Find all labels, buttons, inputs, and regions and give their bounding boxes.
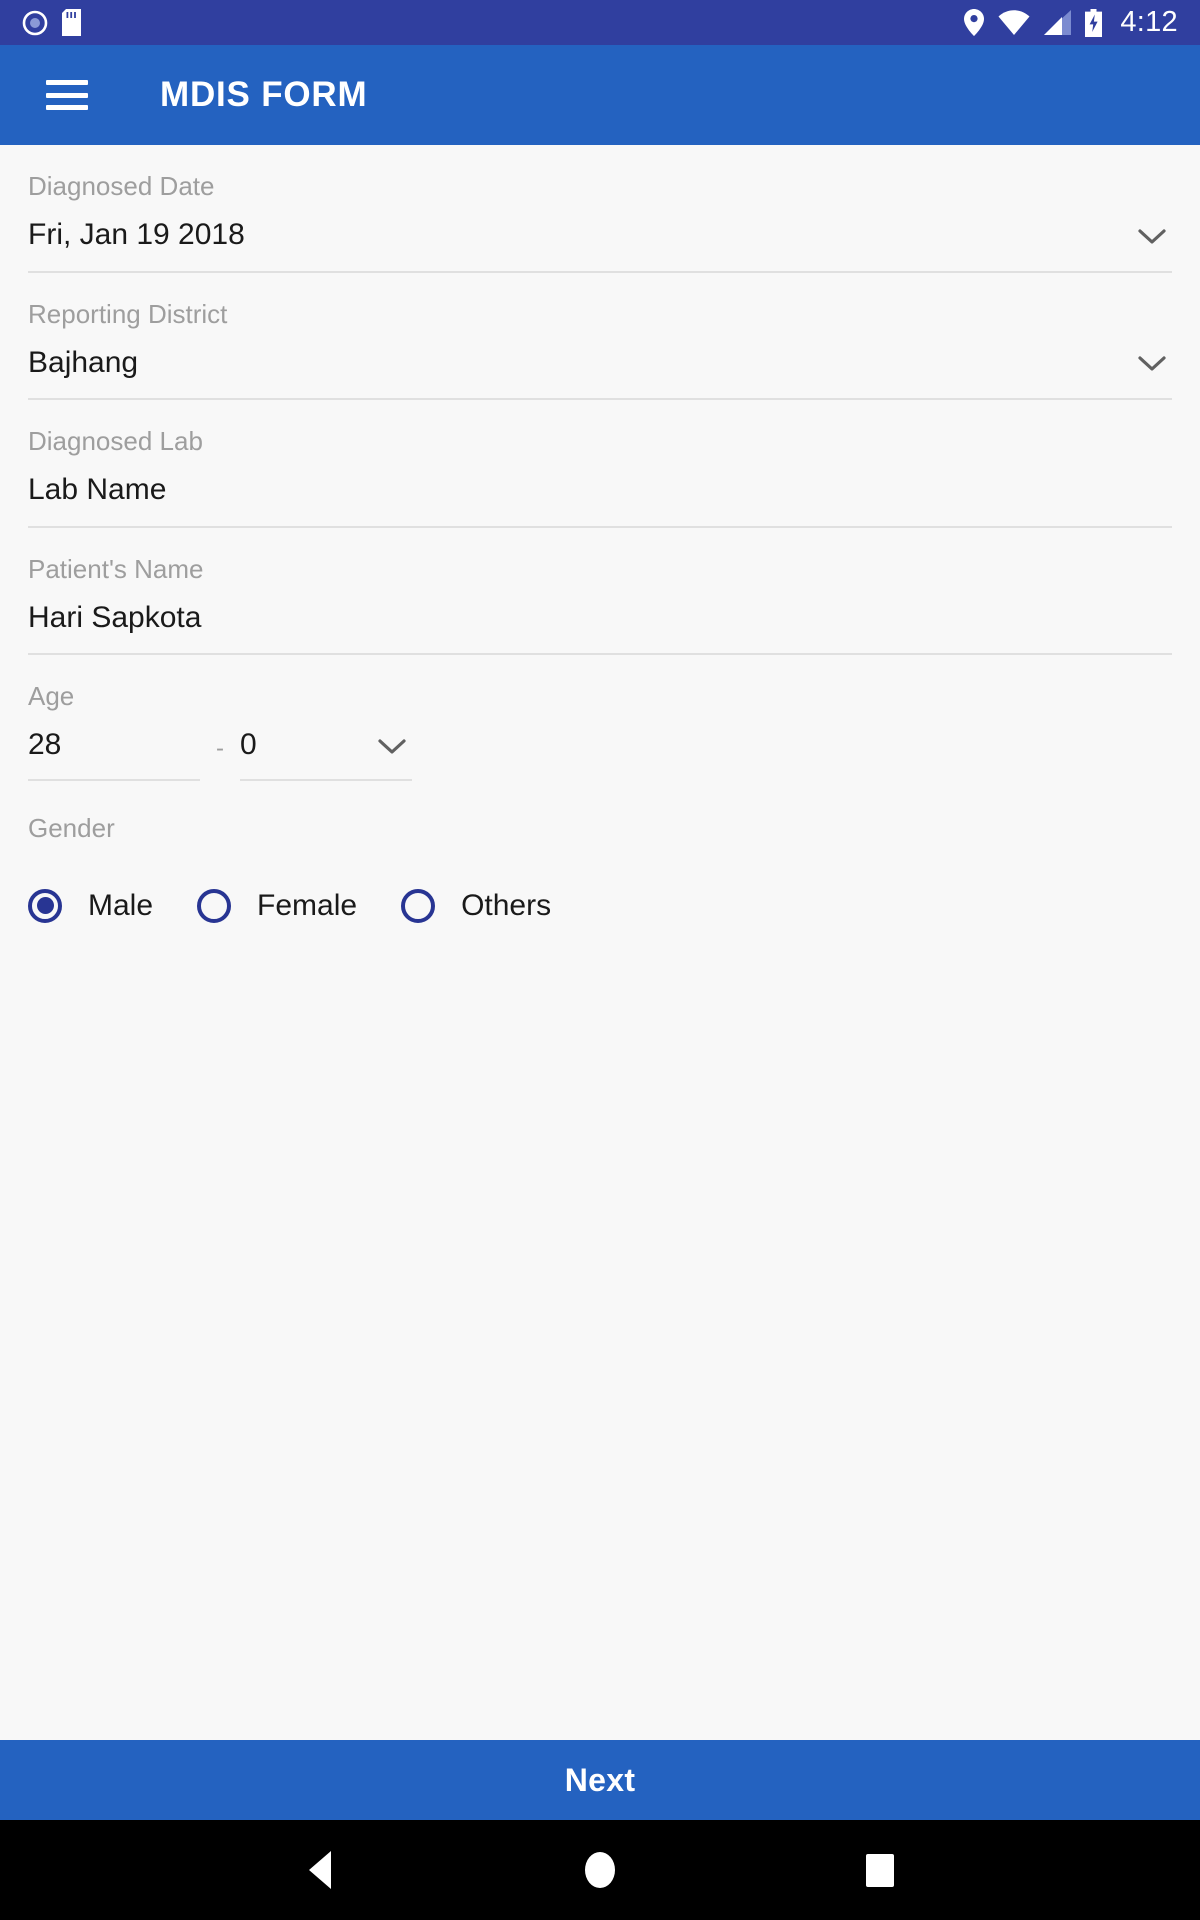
android-nav-bar xyxy=(0,1820,1200,1920)
field-value: Fri, Jan 19 2018 xyxy=(28,218,245,251)
chevron-down-icon[interactable] xyxy=(1138,228,1166,251)
age-months-value: 0 xyxy=(240,728,257,761)
field-gender: Gender Male Female Others xyxy=(28,781,1172,923)
age-row: 28 - 0 xyxy=(28,729,1172,781)
chevron-down-icon[interactable] xyxy=(378,738,406,761)
back-triangle-icon[interactable] xyxy=(275,1825,365,1915)
hamburger-line xyxy=(46,92,88,98)
field-label: Reporting District xyxy=(28,298,228,329)
radio-button-icon[interactable] xyxy=(28,888,62,923)
status-bar-clock: 4:12 xyxy=(1120,6,1178,38)
form-container: Diagnosed Date Fri, Jan 19 2018 Reportin… xyxy=(0,145,1200,1740)
field-diagnosed-lab: Diagnosed Lab Lab Name xyxy=(28,400,1172,528)
status-bar-left-icons xyxy=(22,9,81,36)
radio-label: Male xyxy=(88,888,154,922)
recents-square-icon[interactable] xyxy=(835,1825,925,1915)
radio-label: Female xyxy=(257,888,358,922)
next-button[interactable]: Next xyxy=(0,1740,1200,1820)
hamburger-line xyxy=(46,105,88,110)
field-diagnosed-date: Diagnosed Date Fri, Jan 19 2018 xyxy=(28,145,1172,273)
field-value: Hari Sapkota xyxy=(28,600,202,634)
app-screen: 4:12 MDIS FORM Diagnosed Date Fri, Jan 1… xyxy=(0,0,1200,1920)
camera-icon xyxy=(22,10,48,36)
page-title: MDIS FORM xyxy=(160,75,368,114)
chevron-down-icon[interactable] xyxy=(1138,356,1166,378)
sd-card-icon xyxy=(62,9,81,36)
age-years-input[interactable]: 28 xyxy=(28,729,200,781)
radio-dot xyxy=(36,897,54,914)
recents-glyph xyxy=(866,1853,894,1887)
gender-option-male[interactable]: Male xyxy=(28,888,154,923)
field-patient-name: Patient's Name Hari Sapkota xyxy=(28,528,1172,655)
hamburger-line xyxy=(46,80,88,85)
home-glyph xyxy=(585,1852,615,1888)
gender-option-others[interactable]: Others xyxy=(401,888,552,923)
field-reporting-district: Reporting District Bajhang xyxy=(28,273,1172,400)
status-bar-right-icons: 4:12 xyxy=(964,6,1178,39)
field-label: Age xyxy=(28,681,75,711)
gender-option-female[interactable]: Female xyxy=(197,888,358,923)
battery-charging-icon xyxy=(1085,8,1103,37)
hamburger-menu-icon[interactable] xyxy=(46,80,88,110)
app-bar: MDIS FORM xyxy=(0,45,1200,145)
diagnosed-date-input[interactable]: Fri, Jan 19 2018 xyxy=(28,219,1172,273)
field-label: Gender xyxy=(28,812,115,843)
field-label: Patient's Name xyxy=(28,553,204,584)
age-separator: - xyxy=(216,734,224,762)
location-pin-icon xyxy=(964,9,985,36)
field-label: Diagnosed Lab xyxy=(28,426,203,456)
wifi-icon xyxy=(998,10,1030,35)
radio-button-icon[interactable] xyxy=(401,888,436,923)
age-years-value: 28 xyxy=(28,728,62,761)
status-bar: 4:12 xyxy=(0,0,1200,45)
age-months-dropdown[interactable]: 0 xyxy=(240,729,412,781)
patient-name-input[interactable]: Hari Sapkota xyxy=(28,600,1172,655)
gender-radio-group: Male Female Others xyxy=(28,861,1172,923)
diagnosed-lab-input[interactable]: Lab Name xyxy=(28,474,1172,528)
field-age: Age 28 - 0 xyxy=(28,655,1172,781)
radio-button-icon[interactable] xyxy=(197,888,232,923)
field-value: Bajhang xyxy=(28,345,139,379)
reporting-district-input[interactable]: Bajhang xyxy=(28,345,1172,400)
back-glyph xyxy=(309,1851,331,1889)
home-circle-icon[interactable] xyxy=(555,1825,645,1915)
field-value: Lab Name xyxy=(28,473,167,506)
radio-label: Others xyxy=(461,888,552,922)
cell-signal-icon xyxy=(1044,10,1072,35)
field-label: Diagnosed Date xyxy=(28,171,215,201)
